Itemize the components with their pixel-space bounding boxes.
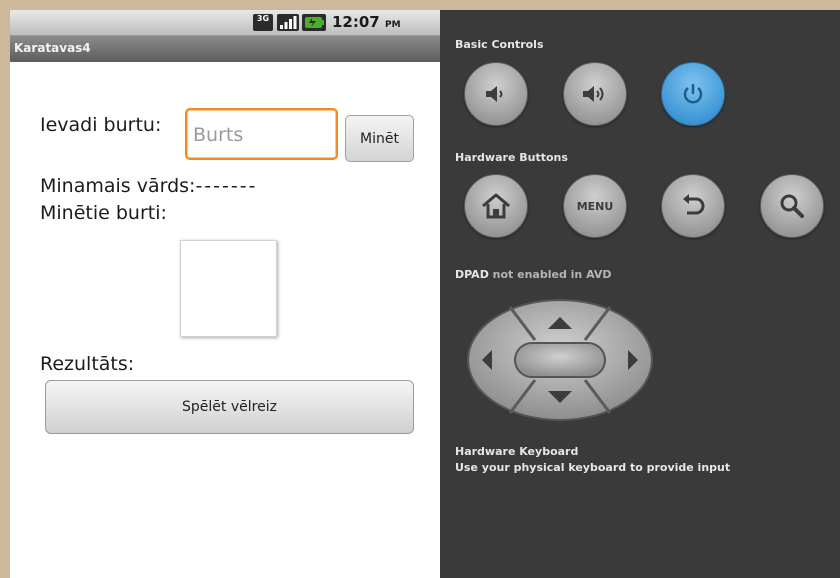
search-button[interactable]: [760, 174, 824, 238]
word-row: Minamais vārds:-------: [40, 175, 257, 197]
power-button[interactable]: [661, 62, 725, 126]
app-title: Karatavas4: [14, 41, 91, 55]
word-mask: -------: [195, 175, 258, 197]
guessed-letters-label: Minētie burti:: [40, 202, 167, 224]
dpad-title: DPAD not enabled in AVD: [455, 268, 612, 281]
guessed-letters-box: [180, 240, 277, 337]
volume-up-button[interactable]: [563, 62, 627, 126]
clock-ampm: PM: [384, 20, 401, 30]
app-title-bar: Karatavas4: [10, 36, 440, 62]
dpad-center-button[interactable]: [514, 342, 606, 378]
menu-button[interactable]: MENU: [563, 174, 627, 238]
3g-icon: 3G: [253, 14, 273, 31]
back-icon: [683, 194, 705, 215]
dpad-title-bold: DPAD: [455, 268, 489, 281]
letter-input-field[interactable]: [185, 108, 338, 160]
status-bar: 3G 12:07 PM: [10, 10, 440, 36]
signal-icon: [277, 14, 299, 31]
basic-controls-title: Basic Controls: [455, 38, 544, 51]
home-icon: [482, 193, 510, 219]
volume-up-icon: [583, 86, 604, 102]
back-button[interactable]: [661, 174, 725, 238]
network-badge: 3G: [256, 14, 270, 23]
play-again-button[interactable]: Spēlēt vēlreiz: [45, 380, 414, 434]
letter-input[interactable]: [191, 114, 335, 156]
menu-label: MENU: [576, 199, 614, 213]
enter-letter-label: Ievadi burtu:: [40, 114, 162, 136]
word-label: Minamais vārds:: [40, 175, 196, 197]
clock: 12:07 PM: [332, 13, 401, 31]
volume-down-button[interactable]: [464, 62, 528, 126]
phone-screen: 3G 12:07 PM Karatavas4 Ievadi burtu: Bur…: [10, 10, 440, 578]
volume-down-icon: [486, 86, 503, 102]
emulator-window: 3G 12:07 PM Karatavas4 Ievadi burtu: Bur…: [10, 10, 840, 578]
power-icon: [683, 84, 703, 104]
battery-charging-icon: [302, 14, 326, 31]
hardware-keyboard-title: Hardware Keyboard: [455, 445, 579, 458]
hardware-buttons-title: Hardware Buttons: [455, 151, 568, 164]
home-button[interactable]: [464, 174, 528, 238]
result-label: Rezultāts:: [40, 353, 135, 375]
guess-button[interactable]: Minēt: [345, 115, 414, 162]
dpad-title-rest: not enabled in AVD: [488, 268, 612, 281]
search-icon: [780, 194, 804, 218]
dpad: [467, 299, 653, 421]
hardware-keyboard-description: Use your physical keyboard to provide in…: [455, 461, 731, 474]
clock-time: 12:07: [332, 13, 380, 31]
